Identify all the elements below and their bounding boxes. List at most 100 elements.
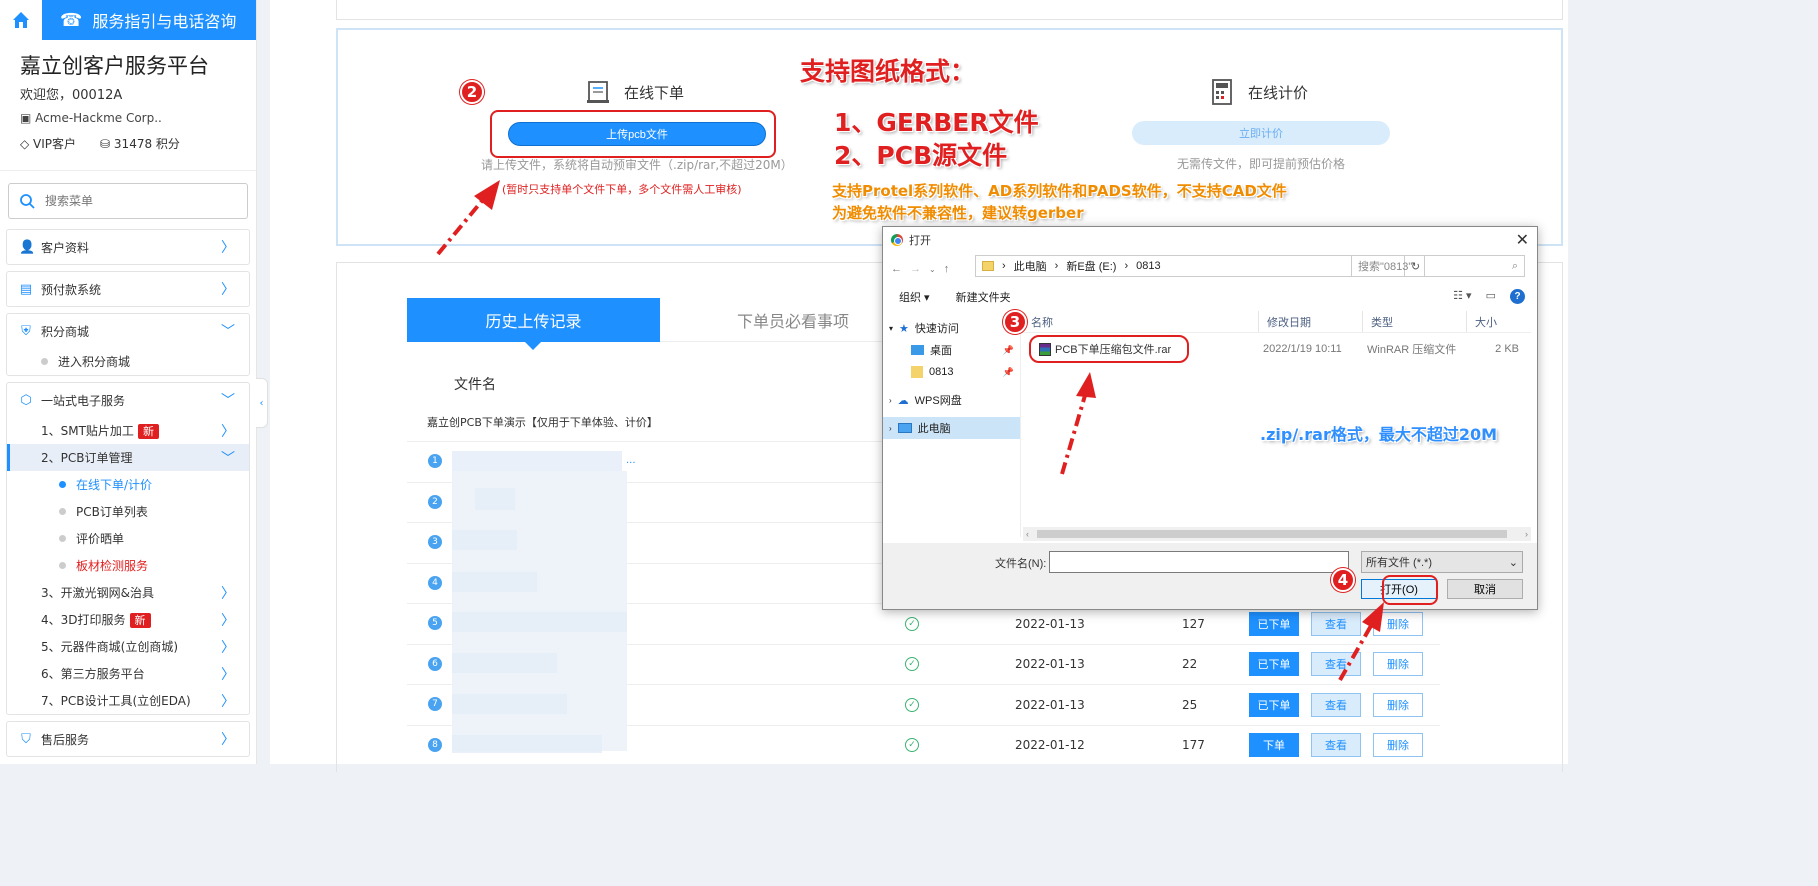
scroll-left-icon[interactable]: ‹: [1026, 529, 1029, 539]
instant-price-button[interactable]: 立即计价: [1132, 121, 1390, 145]
order-status-button[interactable]: 已下单: [1249, 612, 1299, 636]
row-number: 4: [428, 576, 442, 590]
menu-one-stop-label: 一站式电子服务: [41, 393, 126, 408]
address-bar[interactable]: › 此电脑 › 新E盘 (E:) › 0813: [975, 255, 1405, 277]
organize-label: 组织: [899, 292, 921, 304]
filename-input[interactable]: [1049, 551, 1349, 573]
check-circle-icon: ✓: [905, 657, 919, 671]
row-number: 5: [428, 616, 442, 630]
dialog-search-box[interactable]: 搜索"0813" ⌕: [1351, 255, 1525, 277]
scrollbar-thumb[interactable]: [1037, 530, 1507, 538]
menu-prepay[interactable]: ▤ 预付款系统 〉: [7, 272, 249, 306]
menu-enter-points-mall[interactable]: 进入积分商城: [7, 348, 249, 375]
bullet-dot: [59, 535, 66, 542]
preview-pane-icon[interactable]: ▭: [1486, 289, 1496, 304]
service-guide-tab[interactable]: ☎ 服务指引与电话咨询: [42, 0, 256, 40]
pin-icon: 📌: [1002, 344, 1014, 355]
tab-history[interactable]: 历史上传记录: [407, 298, 660, 350]
company-icon: ▣: [20, 111, 36, 125]
menu-third-party[interactable]: 6、第三方服务平台 〉: [7, 660, 249, 687]
home-button[interactable]: [0, 0, 42, 40]
order-status-button[interactable]: 已下单: [1249, 693, 1299, 717]
horizontal-scrollbar[interactable]: ‹ ›: [1023, 527, 1531, 541]
shield-icon: ⛉: [21, 731, 31, 747]
up-arrow-icon[interactable]: ↑: [944, 263, 950, 275]
upload-pcb-button[interactable]: 上传pcb文件: [508, 122, 766, 146]
menu-points-mall[interactable]: ⛨ 积分商城 ﹀: [7, 314, 249, 348]
software-note2: 为避免软件不兼容性，建议转gerber: [832, 204, 1084, 222]
menu-points-mall-label: 积分商城: [41, 324, 90, 339]
menu-group-prepay[interactable]: ▤ 预付款系统 〉: [6, 271, 250, 307]
menu-online-order[interactable]: 在线下单/计价: [7, 471, 249, 498]
menu-pcb-design[interactable]: 7、PCB设计工具(立创EDA) 〉: [7, 687, 249, 714]
nav-folder-0813[interactable]: 0813 📌: [883, 361, 1020, 383]
chevron-down-icon: ﹀: [221, 324, 235, 340]
row-count: 127: [1182, 617, 1205, 631]
delete-button[interactable]: 删除: [1373, 733, 1423, 757]
menu-customer[interactable]: 👤 客户资料 〉: [7, 230, 249, 264]
step-2-badge: 2: [460, 80, 484, 104]
menu-one-stop[interactable]: ⬡ 一站式电子服务 ﹀: [7, 383, 249, 417]
column-name[interactable]: 名称: [1023, 311, 1259, 332]
nav-this-pc-label: 此电脑: [917, 423, 951, 435]
chevron-down-icon: ﹀: [221, 450, 235, 467]
organize-menu[interactable]: 组织 ▾: [899, 289, 930, 305]
cancel-button[interactable]: 取消: [1447, 579, 1523, 599]
view-tools: ☷ ▾ ▭ ?: [1453, 289, 1525, 304]
order-status-button[interactable]: 下单: [1249, 733, 1299, 757]
scroll-right-icon[interactable]: ›: [1525, 529, 1528, 539]
dialog-close-button[interactable]: ✕: [1516, 230, 1529, 250]
chevron-right-icon: 〉: [221, 423, 235, 440]
breadcrumb-drive-e[interactable]: 新E盘 (E:): [1066, 258, 1116, 274]
arrow-annotation-file: [1060, 372, 1096, 475]
view-mode-icon[interactable]: ☷ ▾: [1453, 289, 1471, 304]
star-icon: ★: [899, 322, 909, 335]
price-hint: 无需传文件，即可提前预估价格: [1177, 157, 1346, 171]
menu-after-sales[interactable]: ⛉ 售后服务 〉: [7, 722, 249, 756]
menu-group-after-sales[interactable]: ⛉ 售后服务 〉: [6, 721, 250, 757]
menu-review[interactable]: 评价晒单: [7, 525, 249, 552]
recent-dropdown-icon[interactable]: ⌄: [929, 265, 936, 274]
delete-button[interactable]: 删除: [1373, 693, 1423, 717]
order-status-button[interactable]: 已下单: [1249, 652, 1299, 676]
online-order-title: 在线下单: [584, 78, 684, 106]
menu-smt[interactable]: 1、SMT贴片加工新 〉: [7, 417, 249, 444]
menu-components[interactable]: 5、元器件商城(立创商城) 〉: [7, 633, 249, 660]
file-type-select[interactable]: 所有文件 (*.*) ⌄: [1361, 551, 1523, 573]
nav-quick-access[interactable]: ▾ ★ 快速访问: [883, 317, 1020, 339]
file-open-dialog: 打开 ✕ ← → ⌄ ↑ › 此电脑 › 新E盘 (E:) › 0813 ↻ 搜…: [882, 226, 1538, 610]
phone-icon: ☎: [60, 9, 83, 31]
nav-wps-cloud[interactable]: › ☁ WPS网盘: [883, 389, 1020, 411]
menu-3d-print[interactable]: 4、3D打印服务新 〉: [7, 606, 249, 633]
forward-arrow-icon[interactable]: →: [910, 263, 921, 275]
menu-pcb-design-label: 7、PCB设计工具(立创EDA): [41, 694, 191, 708]
breadcrumb-0813[interactable]: 0813: [1136, 260, 1160, 272]
row-count: 22: [1182, 657, 1198, 671]
nav-desktop[interactable]: 桌面 📌: [883, 339, 1020, 361]
help-icon[interactable]: ?: [1510, 289, 1525, 304]
menu-laser[interactable]: 3、开激光钢网&治具 〉: [7, 579, 249, 606]
sidebar-collapse-handle[interactable]: ‹: [256, 378, 268, 428]
menu-pcb-list[interactable]: PCB订单列表: [7, 498, 249, 525]
menu-group-one-stop[interactable]: ⬡ 一站式电子服务 ﹀ 1、SMT贴片加工新〉 2、PCB订单管理 ﹀ 在线下单/计价…: [6, 382, 250, 715]
view-button[interactable]: 查看: [1311, 733, 1361, 757]
menu-board-test[interactable]: 板材检测服务: [7, 552, 249, 579]
column-header-filename: 文件名: [454, 377, 496, 393]
column-modified[interactable]: 修改日期: [1259, 311, 1363, 332]
menu-search-input[interactable]: [45, 194, 225, 208]
menu-pcb-order[interactable]: 2、PCB订单管理 ﹀: [7, 444, 249, 471]
breadcrumb-this-pc[interactable]: 此电脑: [1014, 258, 1047, 274]
blurred-filename: [452, 612, 627, 632]
column-size[interactable]: 大小: [1467, 311, 1531, 332]
menu-group-customer[interactable]: 👤 客户资料 〉: [6, 229, 250, 265]
view-button[interactable]: 查看: [1311, 693, 1361, 717]
demo-row[interactable]: 嘉立创PCB下单演示【仅用于下单体验、计价】: [427, 414, 658, 430]
nav-this-pc[interactable]: › 此电脑: [883, 417, 1020, 439]
back-arrow-icon[interactable]: ←: [891, 263, 902, 275]
expand-arrow-icon: ▾: [889, 323, 894, 333]
new-folder-button[interactable]: 新建文件夹: [956, 289, 1011, 305]
online-price-title-text: 在线计价: [1248, 83, 1309, 102]
menu-search-box[interactable]: [8, 183, 248, 219]
column-type[interactable]: 类型: [1363, 311, 1467, 332]
menu-group-points-mall[interactable]: ⛨ 积分商城 ﹀ 进入积分商城: [6, 313, 250, 376]
